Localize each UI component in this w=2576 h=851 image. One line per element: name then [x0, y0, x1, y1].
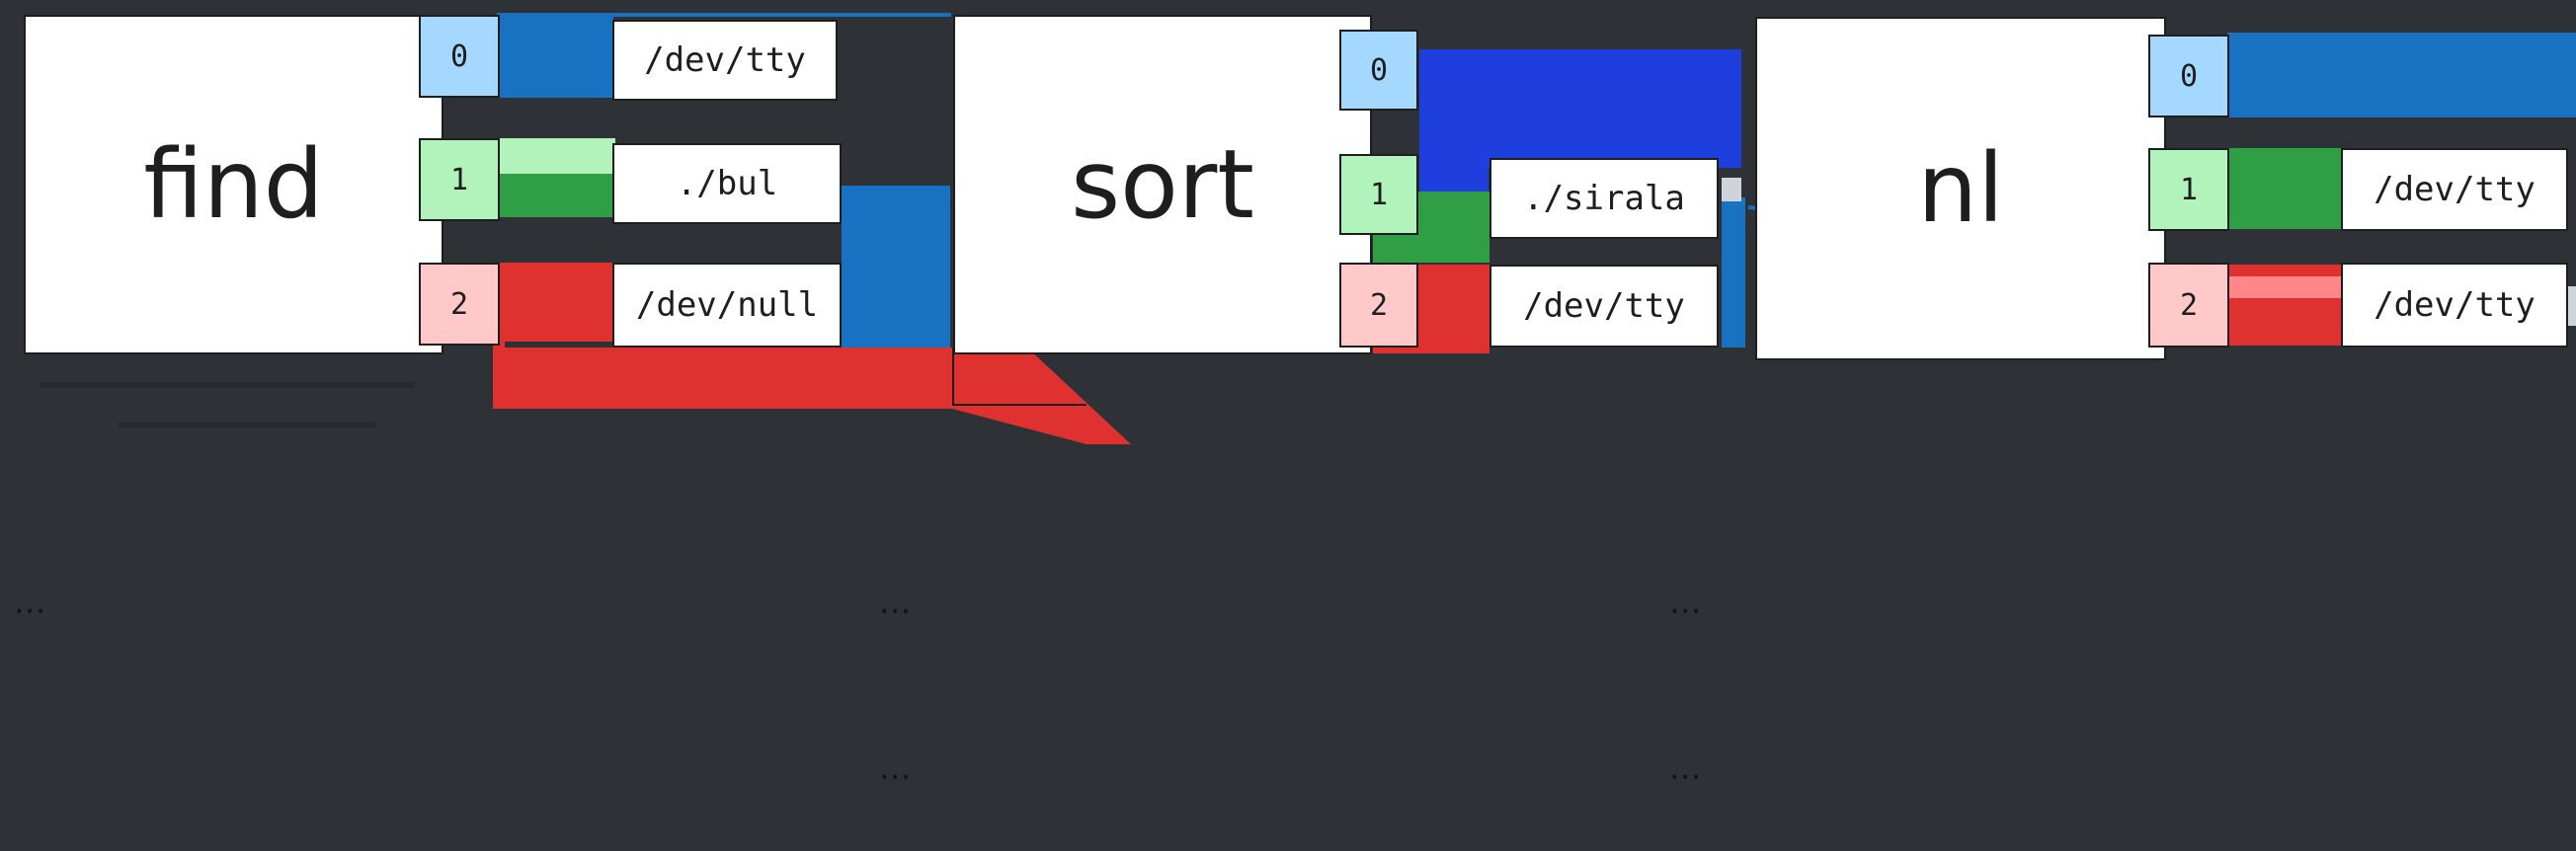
- find-stderr-slant: [952, 348, 1131, 444]
- sort-stdin-fill-2: [1419, 109, 1489, 197]
- nl-fd-0: 0: [2148, 35, 2229, 117]
- nl-stderr-fill-2: [2227, 276, 2344, 298]
- nl-target-2-label: /dev/tty: [2374, 285, 2536, 325]
- nl-target-2: /dev/tty: [2341, 263, 2568, 348]
- process-name-find: find: [143, 129, 324, 240]
- sort-fd-1-num: 1: [1369, 177, 1389, 212]
- sort-target-1: ./sirala: [1489, 158, 1719, 239]
- process-box-nl: nl: [1755, 17, 2166, 360]
- find-fd-2-num: 2: [449, 286, 469, 322]
- process-name-nl: nl: [1917, 133, 2004, 244]
- find-fd-1-num: 1: [449, 162, 469, 197]
- sort-target-1-label: ./sirala: [1523, 179, 1685, 218]
- caption-nl: ... ...: [1669, 464, 1701, 851]
- sort-target-2-label: /dev/tty: [1523, 286, 1685, 326]
- sort-caption-bracket: [952, 348, 1087, 406]
- nl-stdin-fill: [2227, 33, 2576, 117]
- find-stdout-fill-2: [497, 174, 615, 217]
- find-fd-0-num: 0: [449, 39, 469, 74]
- nl-stdout-fill: [2227, 148, 2344, 229]
- caption-sort-line-1: ...: [879, 582, 912, 622]
- nl-fd-2: 2: [2148, 263, 2229, 348]
- find-fd-2: 2: [419, 263, 500, 346]
- nl-fd-0-num: 0: [2179, 58, 2199, 94]
- caption-sort-line-2: ...: [879, 748, 912, 788]
- find-stdin-line: [497, 13, 951, 17]
- pipe2-gray: [1722, 178, 1741, 201]
- process-box-sort: sort: [953, 15, 1372, 354]
- caption-nl-line-2: ...: [1669, 748, 1702, 788]
- sort-fd-0: 0: [1339, 30, 1418, 111]
- find-caption-lines: [40, 382, 415, 427]
- find-target-0-label: /dev/tty: [644, 40, 806, 80]
- nl-target-1: /dev/tty: [2341, 148, 2568, 231]
- nl-stderr-fill: [2227, 265, 2344, 346]
- find-target-1-label: ./bul: [676, 164, 778, 203]
- find-fd-1: 1: [419, 138, 500, 221]
- nl-fd-2-num: 2: [2179, 287, 2199, 323]
- caption-sort: ... ...: [879, 464, 911, 851]
- find-target-1: ./bul: [612, 143, 842, 224]
- pipe2-block: [1722, 197, 1745, 348]
- caption-nl-line-1: ...: [1669, 582, 1702, 622]
- sort-fd-2: 2: [1339, 263, 1418, 348]
- find-stderr-fill: [497, 263, 615, 342]
- find-stderr-line: [493, 348, 952, 409]
- process-name-sort: sort: [1071, 129, 1254, 240]
- sort-target-2: /dev/tty: [1489, 265, 1719, 348]
- caption-find: ...: [14, 464, 45, 796]
- find-target-2: /dev/null: [612, 263, 842, 348]
- find-fd-0: 0: [419, 15, 500, 98]
- sort-stdin-fill: [1419, 49, 1741, 168]
- caption-find-line-1: ...: [14, 582, 46, 622]
- find-stdin-fill: [497, 15, 613, 98]
- nl-fd-1: 1: [2148, 148, 2229, 231]
- find-target-2-label: /dev/null: [635, 285, 819, 325]
- sort-fd-0-num: 0: [1369, 52, 1389, 88]
- nl-fd-1-num: 1: [2179, 172, 2199, 207]
- process-box-find: find: [24, 15, 443, 354]
- sort-fd-1: 1: [1339, 154, 1418, 235]
- find-target-0: /dev/tty: [612, 20, 838, 101]
- find-stderr-drop: [493, 342, 505, 409]
- pipe1-block: [842, 186, 950, 348]
- nl-target-1-label: /dev/tty: [2374, 170, 2536, 209]
- find-stdout-fill: [497, 138, 615, 174]
- sort-fd-2-num: 2: [1369, 287, 1389, 323]
